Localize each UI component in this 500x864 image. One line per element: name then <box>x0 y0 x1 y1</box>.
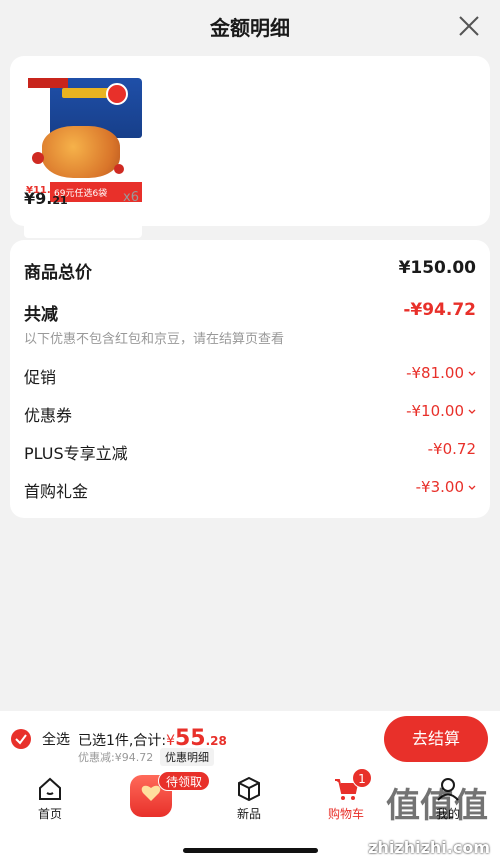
chevron-down-icon <box>468 371 476 376</box>
reduce-row: 共减 -¥94.72 <box>24 300 476 325</box>
checkout-bar: 全选 已选1件,合计:¥55.28 优惠减:¥94.72 优惠明细 去结算 <box>0 711 500 767</box>
close-icon[interactable] <box>458 15 480 37</box>
detail-row-plus: PLUS专享立减 -¥0.72 <box>24 440 476 463</box>
discount-summary: 优惠减:¥94.72 <box>78 751 154 764</box>
amount-detail-card: 商品总价 ¥150.00 共减 -¥94.72 以下优惠不包含红包和京豆，请在结… <box>10 240 490 518</box>
detail-row-first-purchase[interactable]: 首购礼金 -¥3.00 <box>24 478 476 502</box>
home-icon <box>39 777 61 800</box>
reduce-value: -¥94.72 <box>403 300 476 320</box>
discount-detail-button[interactable]: 优惠明细 <box>160 748 214 766</box>
detail-row-coupon[interactable]: 优惠券 -¥10.00 <box>24 402 476 426</box>
check-icon <box>106 83 128 105</box>
product-image[interactable]: ¥11.5 69元任选6袋 <box>24 78 142 238</box>
page-title: 金额明细 <box>210 16 290 40</box>
tab-new[interactable]: 新品 <box>219 775 279 822</box>
cart-badge: 1 <box>352 768 372 788</box>
tab-home[interactable]: 首页 <box>20 775 80 822</box>
page-header: 金额明细 <box>0 0 500 52</box>
box-icon <box>238 776 260 802</box>
quantity: x6 <box>123 190 139 205</box>
discount-note: 以下优惠不包含红包和京豆，请在结算页查看 <box>24 332 285 347</box>
detail-row-promotion[interactable]: 促销 -¥81.00 <box>24 364 476 388</box>
unit-price: ¥9.21 <box>24 189 68 208</box>
chevron-down-icon <box>468 485 476 490</box>
checkout-button[interactable]: 去结算 <box>384 716 488 762</box>
select-all-checkbox[interactable] <box>11 729 31 749</box>
total-row: 商品总价 ¥150.00 <box>24 258 476 283</box>
home-indicator <box>183 848 318 853</box>
watermark-logo: 值值值 <box>386 786 488 826</box>
product-card: ¥11.5 69元任选6袋 ¥9.21 x6 <box>10 56 490 238</box>
select-all-label[interactable]: 全选 <box>42 729 70 749</box>
promo-badge: 待领取 <box>158 771 211 791</box>
chevron-down-icon <box>468 409 476 414</box>
total-value: ¥150.00 <box>398 258 476 278</box>
watermark-url: zhizhizhi.com <box>368 838 490 857</box>
